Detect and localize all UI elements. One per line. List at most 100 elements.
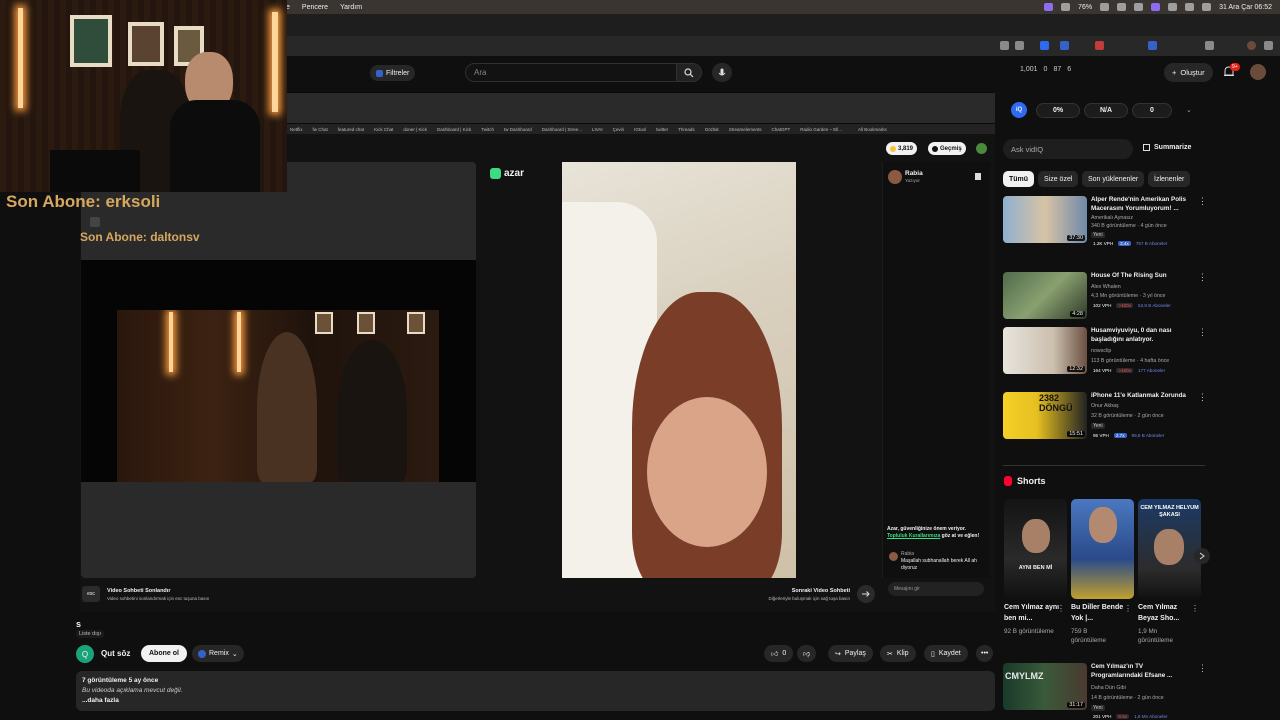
search-icon[interactable] — [1185, 3, 1195, 11]
recommended-video[interactable]: CMYLMZ 31:17 Cem Yılmaz'ın TV Programlar… — [1003, 663, 1207, 719]
stat-value: 0 — [1043, 66, 1048, 73]
recommended-video[interactable]: 2382 DÖNGÜ 15:51 iPhone 11'e Katlanmak Z… — [1003, 392, 1207, 444]
more-vertical-icon[interactable]: ⋮ — [1198, 392, 1207, 403]
video-channel[interactable]: Daha Dün Gibi — [1091, 685, 1126, 691]
description-box[interactable]: 7 görüntüleme 5 ay önce Bu videoda açıkl… — [76, 671, 995, 711]
community-rules-link[interactable]: Topluluk Kurallarımıza — [887, 533, 940, 539]
like-button[interactable]: 👍︎ 0 — [764, 645, 794, 662]
recommended-video[interactable]: 37:30 Alper Rende'nin Amerikan Polis Mac… — [1003, 196, 1207, 248]
short-title[interactable]: Cem Yılmaz Beyaz Sho... — [1138, 603, 1194, 624]
more-actions-button[interactable]: ••• — [976, 645, 994, 662]
chip-for-you[interactable]: Size özel — [1038, 171, 1079, 187]
more-vertical-icon[interactable]: ⋮ — [1198, 196, 1207, 207]
youtube-header — [287, 58, 1280, 88]
short-title[interactable]: Cem Yılmaz aynı ben mi... — [1004, 603, 1060, 624]
esc-key-button[interactable]: esc — [82, 586, 100, 602]
video-title[interactable]: House Of The Rising Sun — [1091, 272, 1195, 281]
safety-line2: göz at ve eğlen! — [941, 532, 980, 539]
filters-button[interactable]: Filtreler — [370, 65, 416, 81]
account-avatar[interactable] — [1250, 64, 1266, 80]
remix-button[interactable]: Remix ⌄ — [192, 645, 244, 662]
chevron-down-icon[interactable]: ⌄ — [1186, 106, 1192, 114]
message-sender: Rabia — [901, 551, 915, 557]
more-vertical-icon[interactable]: ⋮ — [1198, 327, 1207, 338]
history-button[interactable]: Geçmiş — [928, 142, 966, 155]
control-center-icon[interactable] — [1202, 3, 1212, 11]
create-button[interactable]: + Oluştur — [1164, 63, 1213, 82]
ask-vidiq-input[interactable]: Ask vidIQ — [1003, 139, 1133, 159]
video-thumbnail[interactable]: 37:30 — [1003, 196, 1087, 243]
subscribers-badge: 757 B Aboneler — [1135, 241, 1168, 246]
message-input[interactable]: Mesajını gir — [888, 582, 984, 596]
extension-icon[interactable] — [1040, 41, 1049, 50]
short-thumbnail[interactable]: AYNI BEN Mİ — [1004, 499, 1067, 599]
video-title[interactable]: Alper Rende'nin Amerikan Polis Macerasın… — [1091, 196, 1195, 213]
coins-chip[interactable]: 3,819 — [886, 142, 918, 155]
video-thumbnail[interactable]: CMYLMZ 31:17 — [1003, 663, 1087, 710]
more-vertical-icon[interactable]: ⋮ — [1124, 604, 1132, 613]
profile-avatar-icon[interactable] — [1247, 41, 1256, 50]
report-icon[interactable] — [975, 173, 981, 180]
more-vertical-icon[interactable]: ⋮ — [1191, 604, 1199, 613]
subscribe-button[interactable]: Abone ol — [141, 645, 187, 662]
video-duration: 31:17 — [1067, 702, 1085, 708]
summarize-button[interactable]: Summarize — [1143, 144, 1191, 151]
recommended-video[interactable]: 12:32 Husamviyuviyu, 0 dan nası başladığ… — [1003, 327, 1207, 379]
vidiq-stats: 1,001 0 87 6 — [1020, 66, 1071, 73]
video-title[interactable]: Cem Yılmaz'ın TV Programlarındaki Efsane… — [1091, 663, 1195, 680]
menu-item-help[interactable]: Yardım — [340, 4, 362, 11]
video-thumbnail[interactable]: 12:32 — [1003, 327, 1087, 374]
stat-value: 6 — [1067, 66, 1072, 73]
voice-search-button[interactable] — [712, 63, 732, 82]
cast-icon[interactable] — [1000, 41, 1009, 50]
video-channel[interactable]: Alex Whalen — [1091, 284, 1121, 290]
video-channel[interactable]: nowsclip — [1091, 348, 1111, 354]
extension-icon[interactable] — [1060, 41, 1069, 50]
extensions-puzzle-icon[interactable] — [1205, 41, 1214, 50]
video-thumbnail[interactable]: 2382 DÖNGÜ 15:51 — [1003, 392, 1087, 439]
shorts-icon — [1004, 476, 1012, 486]
show-more-link[interactable]: ...daha fazla — [82, 696, 989, 706]
channel-name[interactable]: Qut sōz — [101, 649, 130, 658]
video-thumbnail[interactable]: 4:28 — [1003, 272, 1087, 319]
menu-item-window[interactable]: Pencere — [302, 4, 328, 11]
video-channel[interactable]: Onur Akbaş — [1091, 403, 1119, 409]
video-title[interactable]: Husamviyuviyu, 0 dan nası başladığını an… — [1091, 327, 1195, 344]
short-thumbnail[interactable] — [1071, 499, 1134, 599]
menubar-clock[interactable]: 31 Ara Çar 06:52 — [1219, 4, 1272, 11]
star-icon[interactable] — [1015, 41, 1024, 50]
wifi-icon[interactable] — [1168, 3, 1178, 11]
dislike-button[interactable]: 👎︎ — [797, 645, 817, 662]
vidiq-logo[interactable]: iQ — [1011, 102, 1027, 118]
short-title[interactable]: Bu Diller Bende Yok |... — [1071, 603, 1127, 624]
extension-icon[interactable] — [1148, 41, 1157, 50]
channel-avatar[interactable]: Q — [76, 645, 94, 663]
save-button[interactable]: ▯ Kaydet — [924, 645, 968, 662]
video-title[interactable]: iPhone 11'e Katlanmak Zorunda — [1091, 392, 1195, 401]
browser-menu-icon[interactable] — [1264, 41, 1273, 50]
extension-icon[interactable] — [1095, 41, 1104, 50]
next-chat-button[interactable] — [857, 585, 875, 603]
clip-button[interactable]: ✂ Klip — [880, 645, 916, 662]
app-icon[interactable] — [1044, 3, 1054, 11]
display-icon[interactable] — [1061, 3, 1071, 11]
recommended-video[interactable]: 4:28 House Of The Rising Sun Alex Whalen… — [1003, 272, 1207, 324]
chip-all[interactable]: Tümü — [1003, 171, 1035, 187]
share-button[interactable]: ↪ Paylaş — [828, 645, 873, 662]
short-thumbnail[interactable]: CEM YILMAZ HELYUM ŞAKASI — [1138, 499, 1201, 599]
screen-record-icon[interactable] — [1151, 3, 1161, 11]
search-button[interactable] — [676, 63, 702, 82]
search-input[interactable]: Ara — [465, 63, 677, 82]
more-vertical-icon[interactable]: ⋮ — [1198, 272, 1207, 283]
bluetooth-icon[interactable] — [1134, 3, 1144, 11]
shorts-next-button[interactable] — [1194, 548, 1210, 564]
more-vertical-icon[interactable]: ⋮ — [1057, 604, 1065, 613]
bookmark-item: Netflix — [290, 126, 303, 132]
moon-icon[interactable] — [1117, 3, 1127, 11]
video-channel[interactable]: Amerikalı Aynasız — [1091, 215, 1133, 221]
battery-icon[interactable] — [1100, 3, 1110, 11]
more-vertical-icon[interactable]: ⋮ — [1198, 663, 1207, 674]
chip-watched[interactable]: İzlenenler — [1148, 171, 1191, 187]
profile-avatar[interactable] — [976, 143, 987, 154]
chip-recent[interactable]: Son yüklenenler — [1082, 171, 1145, 187]
